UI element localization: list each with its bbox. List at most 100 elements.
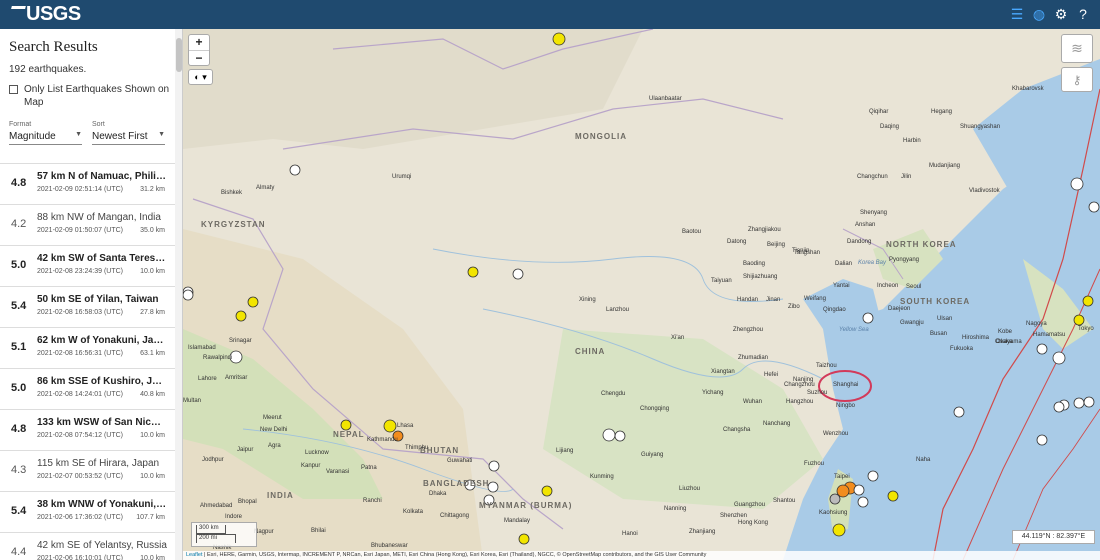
leaflet-link[interactable]: Leaflet [186, 552, 203, 558]
map-city-label: Wuhan [743, 399, 762, 405]
eq-time: 2021-02-06 16:10:01 (UTC) [37, 555, 123, 560]
format-select[interactable]: Format Magnitude ▼ [9, 121, 82, 145]
checkbox-label: Only List Earthquakes Shown on Map [24, 84, 170, 108]
zoom-in-button[interactable]: + [189, 35, 209, 50]
map-city-label: Urumqi [392, 174, 412, 180]
map-city-label: Okayama [996, 339, 1022, 345]
map-city-label: Chongqing [640, 406, 670, 412]
map-city-label: Kanpur [301, 463, 321, 469]
earthquake-map[interactable]: MONGOLIA CHINA KYRGYZSTAN NORTH KOREA SOUTH … [183, 29, 1100, 560]
eq-depth: 31.2 km [140, 186, 165, 193]
earthquake-list-item[interactable]: 4.2 88 km NW of Mangan, India 2021-02-09 0… [0, 205, 175, 246]
sort-value: Newest First [92, 131, 148, 142]
only-list-shown-checkbox[interactable]: Only List Earthquakes Shown on Map [0, 75, 182, 109]
earthquake-list-item[interactable]: 5.1 62 km W of Yonakuni, Japan 2021-02-08 … [0, 328, 175, 369]
map-city-label: Xining [579, 297, 596, 303]
map-city-label: Shuangyashan [960, 124, 1001, 130]
globe-icon[interactable]: ◍ [1030, 5, 1048, 23]
zoom-out-button[interactable]: − [189, 50, 209, 65]
earthquake-list-item[interactable]: 4.4 42 km SE of Yelantsy, Russia 2021-02-0… [0, 533, 175, 560]
map-city-label: Harbin [903, 138, 921, 144]
earthquake-list-item[interactable]: 5.0 86 km SSE of Kushiro, Japan 2021-02-08… [0, 369, 175, 410]
sort-select[interactable]: Sort Newest First ▼ [92, 121, 165, 145]
map-city-label: Ulaanbaatar [649, 96, 682, 102]
map-city-label: Khabarovsk [1012, 86, 1044, 92]
eq-place: 42 km SW of Santa Teresa, P... [37, 253, 167, 264]
map-scale: 300 km 200 mi [191, 522, 257, 547]
map-city-label: Bhilai [311, 528, 326, 534]
map-city-label: Zhumadian [738, 355, 769, 361]
map-city-label: Dhaka [429, 491, 447, 497]
map-city-label: Hanoi [622, 531, 638, 537]
eq-depth: 10.0 km [140, 432, 165, 439]
eq-place: 86 km SSE of Kushiro, Japan [37, 376, 167, 387]
map-city-label: Zhengzhou [733, 327, 764, 333]
map-city-label: Meerut [263, 415, 282, 421]
map-city-label: Nagoya [1026, 321, 1047, 327]
map-city-label: Chengdu [601, 391, 626, 397]
map-city-label: Rawalpindi [203, 355, 233, 361]
map-city-label: Baoding [743, 261, 766, 267]
map-city-label: Zhangjiakou [748, 227, 781, 233]
format-label: Format [9, 121, 32, 128]
map-city-label: Beijing [767, 242, 786, 248]
map-sea-label: Yellow Sea [839, 327, 869, 333]
earthquake-list-item[interactable]: 5.4 50 km SE of Yilan, Taiwan 2021-02-08 1… [0, 287, 175, 328]
eq-place: 115 km SE of Hirara, Japan [37, 458, 160, 469]
map-sea-label: Korea Bay [858, 260, 887, 266]
globe-icon[interactable]: ◐ ▾ [188, 69, 213, 85]
map-city-label: Srinagar [229, 338, 252, 344]
earthquake-list-item[interactable]: 4.3 115 km SE of Hirara, Japan 2021-02-07 … [0, 451, 175, 492]
map-city-label: Shenyang [860, 210, 888, 216]
earthquake-list-item[interactable]: 5.4 38 km WNW of Yonakuni, Ja... 2021-02-0… [0, 492, 175, 533]
usgs-logo[interactable]: USGS [8, 3, 81, 26]
map-city-label: Agra [268, 443, 281, 449]
map-base [183, 29, 1100, 560]
key-icon[interactable]: ⚷ [1061, 67, 1093, 92]
map-city-label: Dandong [847, 239, 872, 245]
sidebar-scrollbar[interactable] [175, 29, 182, 560]
eq-time: 2021-02-08 16:56:31 (UTC) [37, 350, 123, 357]
caret-down-icon: ▼ [75, 131, 82, 138]
map-city-label: New Delhi [260, 427, 288, 433]
eq-depth: 63.1 km [140, 350, 165, 357]
earthquake-list-item[interactable]: 4.8 57 km N of Namuac, Philippi... 2021-02… [0, 164, 175, 205]
map-city-label: Liuzhou [679, 486, 701, 492]
list-icon[interactable]: ☰ [1008, 5, 1026, 23]
eq-depth: 27.8 km [140, 309, 165, 316]
map-city-label: Kunming [590, 474, 614, 480]
earthquake-list-item[interactable]: 5.0 42 km SW of Santa Teresa, P... 2021-02… [0, 246, 175, 287]
map-city-label: Baotou [682, 229, 702, 235]
eq-place: 133 km WSW of San Nicolas,... [37, 417, 167, 428]
eq-magnitude: 4.3 [11, 464, 27, 476]
map-city-label: Patna [361, 465, 377, 471]
map-city-label: Jaipur [237, 447, 254, 453]
layers-icon[interactable]: ≋ [1061, 34, 1093, 63]
earthquake-list-item[interactable]: 4.8 133 km WSW of San Nicolas,... 2021-02-… [0, 410, 175, 451]
map-city-label: Varanasi [326, 469, 350, 475]
map-city-label: Kaohsiung [819, 510, 848, 516]
scrollbar-thumb[interactable] [176, 38, 182, 72]
map-city-label: Dalian [835, 261, 853, 267]
checkbox-box[interactable] [9, 85, 18, 94]
map-city-label: Anshan [855, 222, 876, 228]
map-city-label: Shijiazhuang [743, 274, 778, 280]
eq-magnitude: 5.4 [11, 505, 27, 517]
map-city-label: Mudanjiang [929, 163, 961, 169]
map-city-label: Hong Kong [738, 520, 769, 526]
gear-icon[interactable]: ⚙ [1052, 5, 1070, 23]
map-city-label: Hiroshima [962, 335, 990, 341]
eq-magnitude: 5.0 [11, 382, 27, 394]
map-city-label: Islamabad [188, 345, 216, 351]
coordinate-readout: 44.119°N : 82.397°E [1012, 530, 1095, 544]
map-city-label: Hefei [764, 372, 779, 378]
map-city-label: Kolkata [403, 509, 424, 515]
caret-down-icon: ▼ [158, 131, 165, 138]
map-city-label: Changzhou [784, 382, 815, 388]
help-icon[interactable]: ? [1074, 5, 1092, 23]
map-city-label: Gwangju [900, 320, 924, 326]
map-city-label: Nanning [664, 506, 687, 512]
map-city-label: Lijiang [556, 448, 574, 454]
map-country-label: INDIA [267, 491, 294, 500]
map-city-label: Lucknow [305, 450, 329, 456]
